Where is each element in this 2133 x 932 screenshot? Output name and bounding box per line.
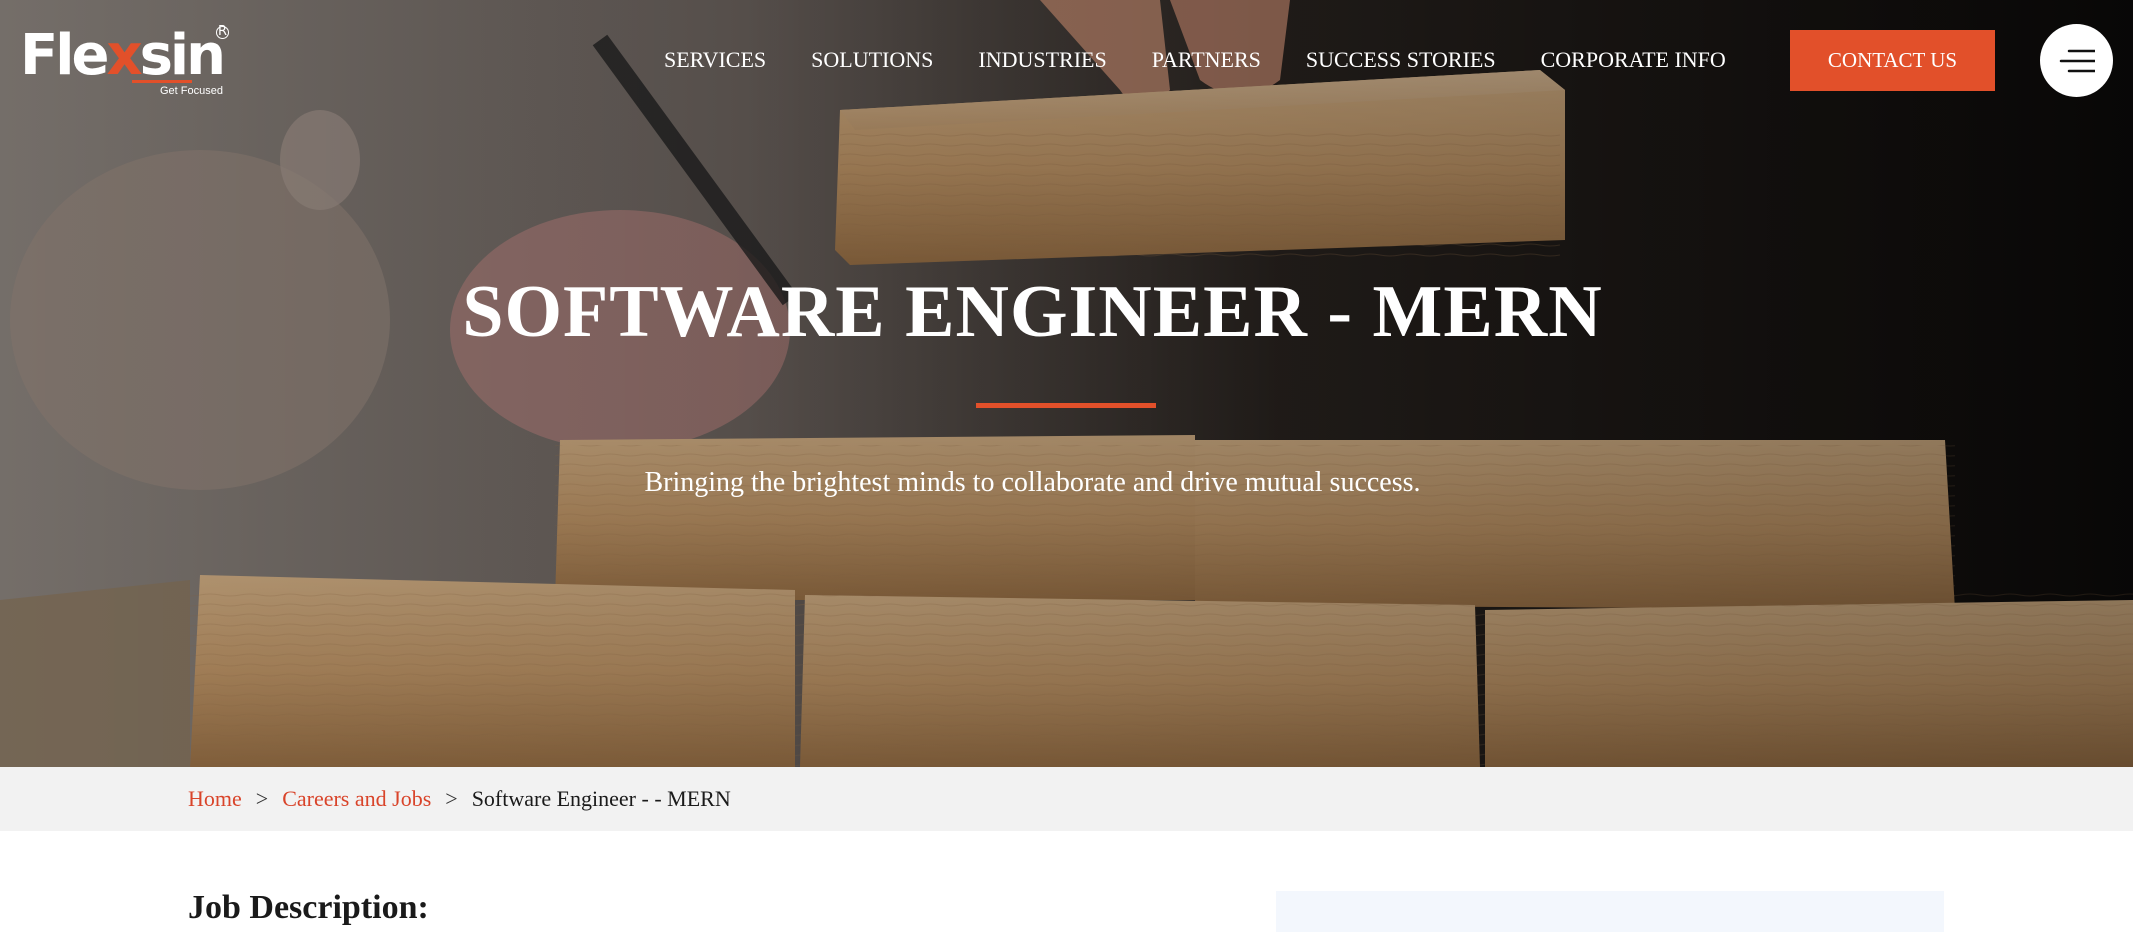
nav-item-industries[interactable]: INDUSTRIES (978, 44, 1106, 76)
logo-part-start: Fle (20, 23, 109, 88)
hero-banner: Flexsin R Get Focused SERVICES SOLUTIONS… (0, 0, 2133, 767)
hero-overlay (0, 0, 2133, 767)
breadcrumb-bar: Home > Careers and Jobs > Software Engin… (0, 767, 2133, 831)
logo-part-x: x (106, 23, 142, 88)
contact-us-button[interactable]: CONTACT US (1790, 30, 1995, 91)
title-divider (976, 403, 1156, 408)
breadcrumb: Home > Careers and Jobs > Software Engin… (188, 767, 731, 831)
nav-item-success-stories[interactable]: SUCCESS STORIES (1306, 44, 1496, 76)
menu-button[interactable] (2040, 24, 2113, 97)
logo-tagline: Get Focused (160, 85, 223, 97)
breadcrumb-home-link[interactable]: Home (188, 786, 242, 812)
nav-item-corporate-info[interactable]: CORPORATE INFO (1541, 44, 1726, 76)
breadcrumb-separator: > (445, 786, 458, 811)
logo-wordmark: Flexsin (20, 23, 226, 88)
nav-item-partners[interactable]: PARTNERS (1152, 44, 1261, 76)
logo-part-end: sin (139, 23, 226, 88)
breadcrumb-current: Software Engineer - - MERN (471, 786, 731, 811)
breadcrumb-careers-link[interactable]: Careers and Jobs (282, 786, 431, 812)
nav-item-services[interactable]: SERVICES (664, 44, 766, 76)
hero-subtitle: Bringing the brightest minds to collabor… (644, 467, 1421, 498)
hamburger-icon (2059, 49, 2095, 72)
logo-underline (132, 80, 192, 83)
page-title: SOFTWARE ENGINEER - MERN (462, 271, 1603, 353)
breadcrumb-separator: > (255, 786, 269, 811)
side-panel (1276, 891, 1944, 932)
nav-item-solutions[interactable]: SOLUTIONS (811, 44, 933, 76)
flexsin-logo[interactable]: Flexsin R Get Focused (20, 23, 235, 100)
registered-mark: R (216, 24, 229, 39)
main-nav: SERVICES SOLUTIONS INDUSTRIES PARTNERS S… (664, 44, 1771, 76)
job-description-heading: Job Description: (188, 889, 429, 926)
